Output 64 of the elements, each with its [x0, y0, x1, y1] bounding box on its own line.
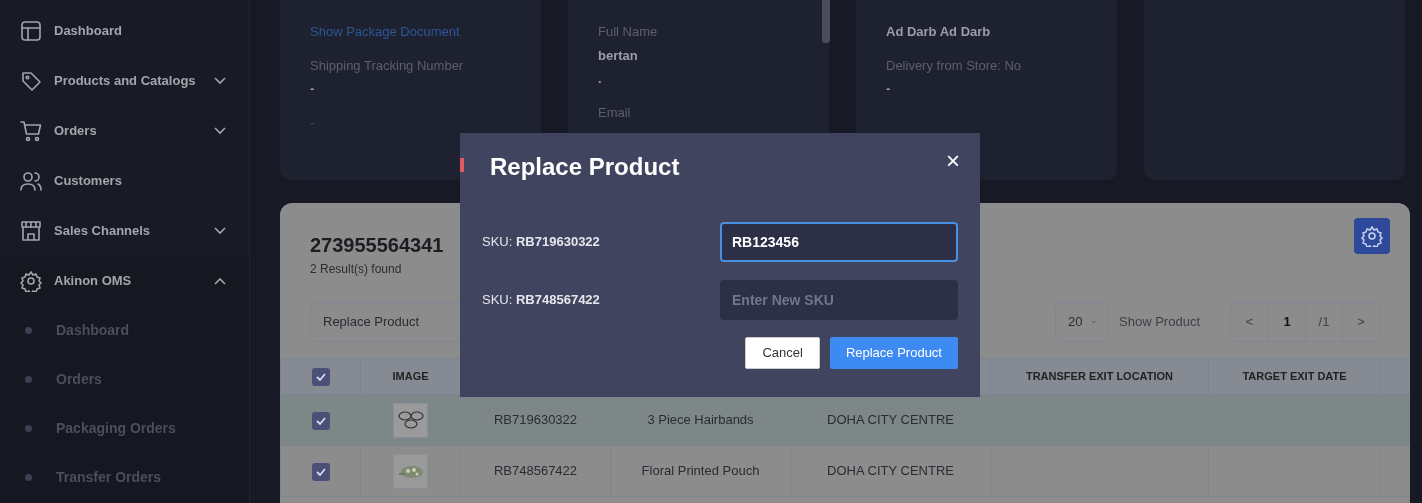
tag-icon — [20, 70, 42, 92]
column-header: TARGET EXIT DATE — [1242, 370, 1347, 383]
next-page-button[interactable]: > — [1342, 303, 1379, 341]
gear-icon — [20, 270, 42, 292]
sku-label: SKU: RB719630322 — [482, 233, 600, 252]
prev-page-button[interactable]: < — [1231, 303, 1268, 341]
close-button[interactable]: × — [944, 149, 962, 173]
sku-input[interactable]: Enter New SKU — [720, 280, 958, 320]
table-cell: RB748567422 — [493, 463, 578, 479]
store-icon — [20, 220, 42, 242]
page-total: /1 — [1305, 303, 1342, 341]
settings-button[interactable] — [1354, 218, 1390, 254]
cancel-button[interactable]: Cancel — [745, 337, 820, 369]
table-row[interactable]: RB719630322 3 Piece Hairbands DOHA CITY CENTRE — [280, 394, 1410, 446]
sidebar-item[interactable]: Dashboard — [0, 6, 249, 56]
sku-label: SKU: RB748567422 — [482, 291, 600, 310]
field-label: Shipping Tracking Number — [310, 56, 465, 75]
bullet-icon — [25, 425, 32, 432]
field-label: Email — [598, 103, 632, 122]
sidebar-item[interactable]: Products and Catalogs — [0, 56, 249, 106]
table-row[interactable]: RB748567422 Floral Printed Pouch DOHA CITY CENTRE — [280, 445, 1410, 497]
table-cell: 3 Piece Hairbands — [647, 412, 754, 428]
sidebar-item[interactable]: Orders — [0, 106, 249, 156]
accent-mark — [460, 158, 464, 172]
scrollbar-thumb[interactable] — [822, 0, 830, 43]
table-cell: RB719630322 — [493, 412, 578, 428]
current-page[interactable]: 1 — [1268, 303, 1305, 341]
sku-input[interactable]: RB123456 — [720, 222, 958, 262]
page-size-label: Show Product — [1119, 313, 1200, 332]
link[interactable]: Show Package Document — [310, 22, 511, 42]
results-count: 2 Result(s) found — [310, 261, 403, 278]
field-label: Full Name — [598, 23, 659, 41]
page-size-select[interactable]: 20 — [1055, 302, 1110, 342]
field-value: - — [886, 80, 892, 98]
order-number: 273955564341 — [310, 233, 444, 258]
field-value: - — [310, 80, 316, 98]
checkbox[interactable] — [311, 462, 330, 481]
column-header: TRANSFER EXIT LOCATION — [1025, 370, 1174, 383]
sidebar-subitem[interactable]: Transfer Orders — [0, 453, 249, 502]
replace-button[interactable]: Replace Product — [829, 337, 958, 369]
table-cell: DOHA CITY CENTRE — [827, 412, 954, 428]
bullet-icon — [25, 327, 32, 334]
link[interactable]: - — [310, 112, 511, 132]
layout-icon — [20, 20, 42, 42]
table-cell: DOHA CITY CENTRE — [827, 463, 954, 479]
column-header: IMAGE — [392, 370, 429, 383]
sidebar-subitem[interactable]: Dashboard — [0, 306, 249, 355]
sidebar-subitem[interactable]: Packaging Orders — [0, 404, 249, 453]
sidebar-item[interactable]: Customers — [0, 156, 249, 206]
sidebar-subitem[interactable]: Orders — [0, 355, 249, 404]
settings-icon — [1361, 225, 1383, 247]
checkbox[interactable] — [311, 367, 330, 386]
users-icon — [20, 170, 42, 192]
field-value: . — [598, 70, 603, 88]
field-value: bertan — [598, 46, 639, 65]
bullet-icon — [25, 376, 32, 383]
checkbox[interactable] — [311, 411, 330, 430]
modal-title: Replace Product — [490, 153, 680, 182]
sidebar-item[interactable]: Sales Channels — [0, 206, 249, 256]
field-label: Delivery from Store: No — [886, 56, 1023, 75]
table-cell: Floral Printed Pouch — [641, 463, 760, 479]
bullet-icon — [25, 474, 32, 481]
cart-icon — [20, 120, 42, 142]
field-value: Ad Darb Ad Darb — [886, 23, 992, 41]
